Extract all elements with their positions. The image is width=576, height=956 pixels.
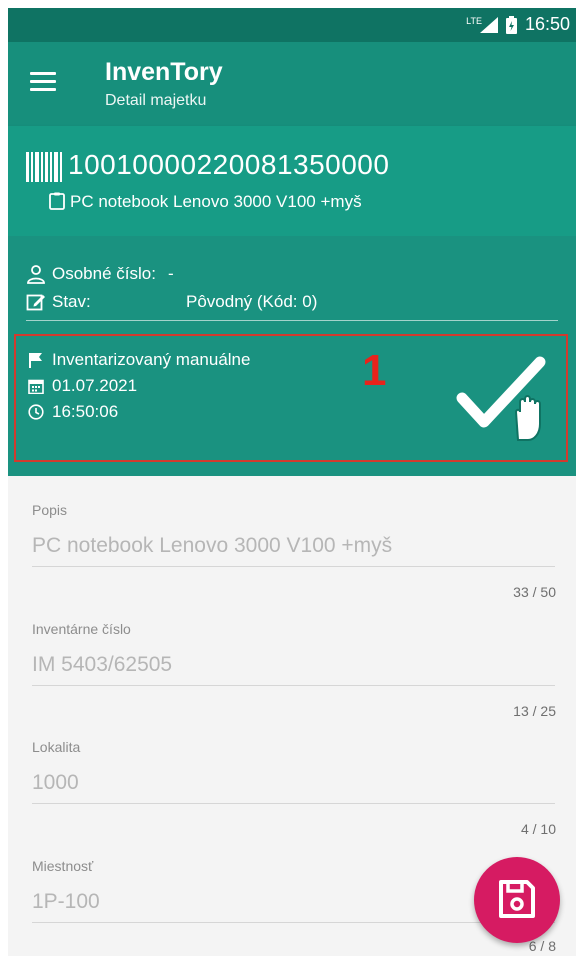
field-underline	[32, 803, 555, 804]
state-label: Stav:	[52, 292, 91, 311]
battery-icon	[505, 15, 517, 34]
status-bar: LTE 16:50	[8, 8, 576, 42]
app-subtitle: Detail majetku	[105, 92, 207, 109]
inventory-time: 16:50:06	[52, 402, 119, 421]
field-counter: 13 / 25	[513, 703, 556, 719]
inventory-status-text: Inventarizovaný manuálne	[52, 350, 251, 369]
field-label: Popis	[32, 502, 68, 518]
field-underline	[32, 566, 555, 567]
edit-icon	[26, 294, 45, 311]
signal-icon	[479, 16, 498, 33]
state-row: Stav:	[26, 292, 91, 312]
inventory-date-row: 01.07.2021	[28, 376, 137, 396]
field-underline	[32, 685, 555, 686]
field-label: Miestnosť	[32, 858, 94, 874]
field-counter: 4 / 10	[520, 821, 556, 837]
clipboard-icon	[49, 192, 65, 210]
network-type: LTE	[466, 15, 482, 26]
app-bar: InvenTory Detail majetku	[8, 42, 576, 126]
person-icon	[27, 265, 45, 284]
field-counter: 33 / 50	[513, 584, 556, 600]
asset-header: 10010000220081350000 PC notebook Lenovo …	[8, 126, 576, 236]
app-screen: LTE 16:50 InvenTory Detail majetku 10010…	[8, 8, 576, 956]
field-input[interactable]: IM 5403/62505	[32, 653, 172, 677]
field-counter: 6 / 8	[528, 938, 556, 954]
inventory-date: 01.07.2021	[52, 376, 138, 395]
clock-icon	[28, 404, 44, 420]
save-icon	[499, 880, 535, 918]
field-underline	[32, 922, 555, 923]
check-hand-icon[interactable]	[456, 354, 558, 446]
asset-name: PC notebook Lenovo 3000 V100 +myš	[70, 192, 362, 211]
calendar-icon	[28, 379, 44, 394]
personal-number-row: Osobné číslo: -	[26, 264, 174, 284]
field-label: Lokalita	[32, 739, 81, 755]
personal-number-value: -	[167, 264, 174, 283]
info-divider	[26, 320, 558, 321]
hamburger-icon[interactable]	[30, 72, 56, 92]
flag-icon	[29, 353, 42, 368]
field-input[interactable]: 1000	[32, 771, 79, 795]
field-label: Inventárne číslo	[32, 621, 131, 637]
save-button[interactable]	[474, 857, 560, 943]
state-value: Pôvodný (Kód: 0)	[186, 292, 318, 311]
personal-number-label: Osobné číslo:	[52, 264, 156, 283]
field-input[interactable]: PC notebook Lenovo 3000 V100 +myš	[32, 534, 392, 558]
annotation-marker: 1	[362, 346, 387, 395]
barcode-number: 10010000220081350000	[68, 149, 390, 180]
status-time: 16:50	[524, 14, 570, 34]
barcode-icon	[26, 152, 62, 182]
asset-info-section: Osobné číslo: - Stav: Pôvodný (Kód: 0) I…	[8, 236, 576, 476]
app-title: InvenTory	[105, 58, 223, 86]
inventory-status-box: Inventarizovaný manuálne 01.07.2021 16:5…	[14, 334, 568, 462]
inventory-time-row: 16:50:06	[28, 402, 118, 422]
inventory-status-row: Inventarizovaný manuálne	[28, 350, 250, 370]
field-input[interactable]: 1P-100	[32, 890, 100, 914]
